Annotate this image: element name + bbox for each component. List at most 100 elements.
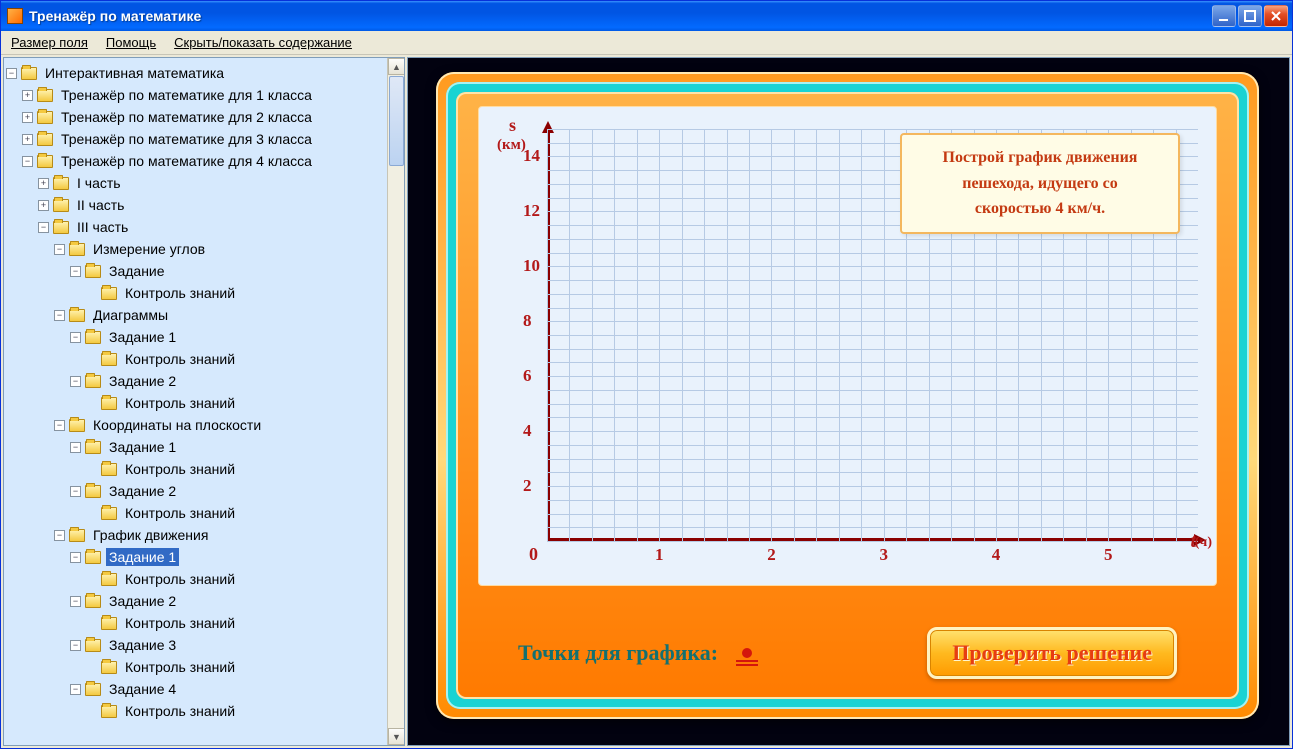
tree-item[interactable]: Контроль знаний	[6, 502, 402, 524]
expand-icon[interactable]: +	[22, 112, 33, 123]
tree-item[interactable]: Контроль знаний	[6, 700, 402, 722]
tree-item-label[interactable]: Диаграммы	[90, 306, 171, 324]
tree-item-label[interactable]: Тренажёр по математике для 4 класса	[58, 152, 315, 170]
tree-item[interactable]: − III часть	[6, 216, 402, 238]
tree-item-label[interactable]: Контроль знаний	[122, 394, 238, 412]
tree-item[interactable]: − Измерение углов	[6, 238, 402, 260]
tree-item-label[interactable]: Задание 1	[106, 328, 179, 346]
tree-item[interactable]: Контроль знаний	[6, 458, 402, 480]
tree-item[interactable]: + II часть	[6, 194, 402, 216]
tree-item-label[interactable]: График движения	[90, 526, 211, 544]
expand-icon[interactable]: +	[38, 178, 49, 189]
tree-scrollbar[interactable]: ▲ ▼	[387, 58, 404, 745]
collapse-icon[interactable]: −	[70, 486, 81, 497]
points-label: Точки для графика:	[518, 640, 718, 665]
tree-item-label[interactable]: Координаты на плоскости	[90, 416, 264, 434]
tree-item[interactable]: − Тренажёр по математике для 4 класса	[6, 150, 402, 172]
collapse-icon[interactable]: −	[6, 68, 17, 79]
scroll-down-button[interactable]: ▼	[388, 728, 405, 745]
tree-item-label[interactable]: Контроль знаний	[122, 504, 238, 522]
bottom-bar: Точки для графика: Проверить решение	[478, 623, 1217, 683]
expand-icon[interactable]: +	[22, 90, 33, 101]
tree-item-label[interactable]: Контроль знаний	[122, 350, 238, 368]
expand-icon[interactable]: +	[38, 200, 49, 211]
tree-item[interactable]: + I часть	[6, 172, 402, 194]
tree-item[interactable]: − Задание	[6, 260, 402, 282]
tree-item[interactable]: Контроль знаний	[6, 392, 402, 414]
collapse-icon[interactable]: −	[70, 376, 81, 387]
folder-icon	[53, 199, 69, 212]
tree-item-label[interactable]: I часть	[74, 174, 124, 192]
tree-item-label[interactable]: Задание 4	[106, 680, 179, 698]
collapse-icon[interactable]: −	[22, 156, 33, 167]
content-tree[interactable]: − Интерактивная математика + Тренажёр по ма…	[4, 58, 404, 726]
tree-item-label[interactable]: Задание 3	[106, 636, 179, 654]
tree-item[interactable]: Контроль знаний	[6, 348, 402, 370]
tree-item-label[interactable]: Задание	[106, 262, 168, 280]
tree-item-label[interactable]: Контроль знаний	[122, 614, 238, 632]
tree-item-label[interactable]: Тренажёр по математике для 1 класса	[58, 86, 315, 104]
tree-item[interactable]: − Задание 2	[6, 370, 402, 392]
tree-item[interactable]: + Тренажёр по математике для 2 класса	[6, 106, 402, 128]
collapse-icon[interactable]: −	[54, 244, 65, 255]
collapse-icon[interactable]: −	[70, 596, 81, 607]
tree-item[interactable]: − График движения	[6, 524, 402, 546]
tree-item-label[interactable]: Задание 1	[106, 438, 179, 456]
scroll-up-button[interactable]: ▲	[388, 58, 405, 75]
tree-item-label[interactable]: Контроль знаний	[122, 570, 238, 588]
tree-item-label[interactable]: Контроль знаний	[122, 702, 238, 720]
tree-item[interactable]: Контроль знаний	[6, 282, 402, 304]
tree-item-label[interactable]: Тренажёр по математике для 3 класса	[58, 130, 315, 148]
menu-field-size[interactable]: Размер поля	[11, 35, 88, 50]
folder-icon	[69, 419, 85, 432]
collapse-icon[interactable]: −	[70, 332, 81, 343]
tree-item-label[interactable]: Контроль знаний	[122, 658, 238, 676]
tree-item[interactable]: − Диаграммы	[6, 304, 402, 326]
collapse-icon[interactable]: −	[54, 310, 65, 321]
tree-item[interactable]: Контроль знаний	[6, 656, 402, 678]
tree-item-label[interactable]: Задание 1	[106, 548, 179, 566]
collapse-icon[interactable]: −	[54, 530, 65, 541]
tree-item[interactable]: − Задание 2	[6, 590, 402, 612]
tree-item-label[interactable]: II часть	[74, 196, 127, 214]
maximize-button[interactable]	[1238, 5, 1262, 27]
tree-item[interactable]: − Интерактивная математика	[6, 62, 402, 84]
collapse-icon[interactable]: −	[70, 552, 81, 563]
tree-item[interactable]: − Задание 3	[6, 634, 402, 656]
x-axis-unit: (ч)	[1195, 535, 1212, 551]
tree-item-label[interactable]: Задание 2	[106, 372, 179, 390]
collapse-icon[interactable]: −	[70, 442, 81, 453]
scroll-thumb[interactable]	[389, 76, 404, 166]
collapse-icon[interactable]: −	[70, 640, 81, 651]
tree-item-label[interactable]: Тренажёр по математике для 2 класса	[58, 108, 315, 126]
tree-item[interactable]: − Координаты на плоскости	[6, 414, 402, 436]
menu-help[interactable]: Помощь	[106, 35, 156, 50]
chart-area[interactable]: s (км) 0 t (ч) Построй график движения	[478, 106, 1217, 586]
tree-item-label[interactable]: Контроль знаний	[122, 460, 238, 478]
collapse-icon[interactable]: −	[70, 266, 81, 277]
tree-item-label[interactable]: Измерение углов	[90, 240, 208, 258]
tree-item[interactable]: + Тренажёр по математике для 1 класса	[6, 84, 402, 106]
tree-item-label[interactable]: Задание 2	[106, 592, 179, 610]
tree-item[interactable]: − Задание 2	[6, 480, 402, 502]
tree-item-label[interactable]: III часть	[74, 218, 131, 236]
collapse-icon[interactable]: −	[54, 420, 65, 431]
tree-item-label[interactable]: Контроль знаний	[122, 284, 238, 302]
close-button[interactable]	[1264, 5, 1288, 27]
tree-item[interactable]: Контроль знаний	[6, 612, 402, 634]
tree-item[interactable]: + Тренажёр по математике для 3 класса	[6, 128, 402, 150]
check-solution-button[interactable]: Проверить решение	[927, 627, 1177, 679]
minimize-button[interactable]	[1212, 5, 1236, 27]
tree-item[interactable]: Контроль знаний	[6, 568, 402, 590]
menu-toggle-contents[interactable]: Скрыть/показать содержание	[174, 35, 352, 50]
tree-item[interactable]: − Задание 1	[6, 326, 402, 348]
tree-item[interactable]: − Задание 1	[6, 436, 402, 458]
tree-item[interactable]: − Задание 4	[6, 678, 402, 700]
tree-item[interactable]: − Задание 1	[6, 546, 402, 568]
collapse-icon[interactable]: −	[38, 222, 49, 233]
point-tool-icon[interactable]	[736, 648, 758, 666]
tree-item-label[interactable]: Интерактивная математика	[42, 64, 227, 82]
expand-icon[interactable]: +	[22, 134, 33, 145]
collapse-icon[interactable]: −	[70, 684, 81, 695]
tree-item-label[interactable]: Задание 2	[106, 482, 179, 500]
